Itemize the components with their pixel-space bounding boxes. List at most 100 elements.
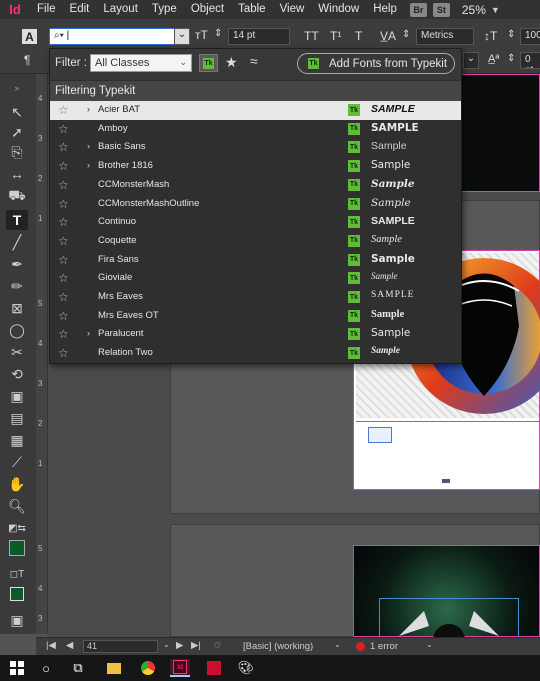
page-number-field[interactable]: 41	[83, 640, 158, 653]
font-list-item[interactable]: ☆ › Basic Sans Tk Sample	[50, 138, 461, 157]
indesign-taskbar-icon[interactable]: Id	[170, 659, 190, 677]
font-list-item[interactable]: ☆ CCMonsterMash Tk Sample	[50, 176, 461, 195]
frame-handle[interactable]	[442, 479, 450, 483]
expand-chevron-icon[interactable]: ›	[87, 328, 90, 338]
menu-file[interactable]: File	[30, 0, 63, 19]
profile-chevron-icon[interactable]: ⌄	[334, 640, 341, 649]
leading-stepper-icon[interactable]: ⇕	[507, 29, 515, 40]
chrome-icon[interactable]	[138, 659, 158, 677]
error-count[interactable]: 1 error	[370, 641, 398, 652]
line-tool-icon[interactable]: ╱	[6, 232, 28, 252]
all-caps-icon[interactable]: TT	[304, 29, 319, 43]
document-page[interactable]	[353, 545, 540, 638]
zoom-tool-icon[interactable]: 🔍︎	[6, 496, 28, 516]
font-search-input[interactable]: ⌕▾ |	[49, 28, 189, 45]
rectangle-frame-tool-icon[interactable]: ⊠	[6, 298, 28, 318]
leading-field[interactable]: 100%	[520, 28, 540, 45]
windows-start-icon[interactable]	[7, 659, 27, 677]
kerning-field[interactable]: Metrics	[416, 28, 474, 45]
formatting-container-text-icon[interactable]: ◻T	[6, 564, 28, 584]
gradient-swatch-tool-icon[interactable]: ▣	[6, 386, 28, 406]
free-transform-tool-icon[interactable]: ⟲	[6, 364, 28, 384]
stock-button[interactable]: St	[432, 2, 450, 17]
favorites-filter-star-icon[interactable]: ★	[225, 54, 238, 71]
font-list-item[interactable]: ☆ › Acier BAT Tk SAMPLE	[50, 101, 461, 120]
preflight-profile[interactable]: [Basic] (working)	[243, 641, 313, 652]
last-page-icon[interactable]: ▶|	[191, 640, 201, 651]
similar-fonts-icon[interactable]: ≈	[250, 53, 258, 69]
add-fonts-from-typekit-button[interactable]: Tk Add Fonts from Typekit	[297, 53, 455, 74]
baseline-stepper-icon[interactable]: ⇕	[507, 53, 515, 64]
favorite-star-icon[interactable]: ☆	[58, 159, 69, 173]
acrobat-icon[interactable]	[204, 659, 224, 677]
search-circle-icon[interactable]: ○	[36, 659, 56, 677]
note-tool-icon[interactable]: ▦	[6, 430, 28, 450]
selection-tool-icon[interactable]: ↖	[6, 102, 28, 122]
favorite-star-icon[interactable]: ☆	[58, 309, 69, 323]
kerning-stepper-icon[interactable]: ⇕	[402, 29, 410, 40]
menu-layout[interactable]: Layout	[96, 0, 145, 19]
page-tool-icon[interactable]: ⎘	[6, 142, 28, 162]
default-fill-stroke-icon[interactable]: ◩⇆	[6, 518, 28, 538]
font-list-item[interactable]: ☆ Mrs Eaves Tk SAMPLE	[50, 288, 461, 307]
hand-tool-icon[interactable]: ✋	[6, 474, 28, 494]
baseline-shift-field[interactable]: 0 pt	[520, 52, 540, 69]
favorite-star-icon[interactable]: ☆	[58, 122, 69, 136]
favorite-star-icon[interactable]: ☆	[58, 327, 69, 341]
superscript-icon[interactable]: T¹	[330, 29, 341, 43]
pencil-tool-icon[interactable]: ✏	[6, 276, 28, 296]
previous-page-icon[interactable]: ◀	[66, 640, 73, 651]
expand-chevron-icon[interactable]: ›	[87, 104, 90, 114]
font-list-item[interactable]: ☆ › Paralucent Tk Sample	[50, 325, 461, 344]
error-chevron-icon[interactable]: ⌄	[426, 640, 433, 649]
panel-collapse-icon[interactable]: »	[6, 78, 28, 98]
paint-icon[interactable]: 🎨︎	[236, 659, 256, 677]
fill-stroke-swatch-icon[interactable]	[6, 538, 28, 558]
bridge-button[interactable]: Br	[409, 2, 427, 17]
direct-selection-tool-icon[interactable]: ➚	[6, 122, 28, 142]
gap-tool-icon[interactable]: ↔	[6, 164, 28, 184]
font-list-item[interactable]: ☆ Amboy Tk SAMPLE	[50, 120, 461, 139]
paragraph-mode-icon[interactable]: ¶	[24, 53, 30, 67]
favorite-star-icon[interactable]: ☆	[58, 271, 69, 285]
font-list-item[interactable]: ☆ Continuo Tk SAMPLE	[50, 213, 461, 232]
favorite-star-icon[interactable]: ☆	[58, 234, 69, 248]
font-list-item[interactable]: ☆ Mrs Eaves OT Tk Sample	[50, 307, 461, 326]
eyedropper-tool-icon[interactable]: ⟋	[6, 452, 28, 472]
content-collector-icon[interactable]: ⛟	[6, 186, 28, 206]
font-list-item[interactable]: ☆ › Brother 1816 Tk Sample	[50, 157, 461, 176]
zoom-level[interactable]: 25%	[462, 3, 486, 17]
font-size-stepper-icon[interactable]: ⇕	[214, 28, 222, 39]
menu-window[interactable]: Window	[311, 0, 366, 19]
font-list-item[interactable]: ☆ Fira Sans Tk Sample	[50, 251, 461, 270]
type-tool-icon[interactable]: T	[6, 210, 28, 230]
ellipse-tool-icon[interactable]: ◯	[6, 320, 28, 340]
font-size-field[interactable]: 14 pt	[228, 28, 290, 45]
next-page-icon[interactable]: ▶	[176, 640, 183, 651]
character-mode-icon[interactable]: A	[22, 29, 37, 44]
underline-icon[interactable]: T	[355, 29, 362, 43]
favorite-star-icon[interactable]: ☆	[58, 215, 69, 229]
scissors-tool-icon[interactable]: ✂	[6, 342, 28, 362]
favorite-star-icon[interactable]: ☆	[58, 197, 69, 211]
page-dropdown-chevron-icon[interactable]: ⌄	[163, 640, 170, 649]
expand-chevron-icon[interactable]: ›	[87, 141, 90, 151]
screen-mode-icon[interactable]: ▣	[6, 610, 28, 630]
favorite-star-icon[interactable]: ☆	[58, 178, 69, 192]
gradient-feather-tool-icon[interactable]: ▤	[6, 408, 28, 428]
menu-object[interactable]: Object	[184, 0, 231, 19]
file-explorer-icon[interactable]	[104, 659, 124, 677]
first-page-icon[interactable]: |◀	[46, 640, 56, 651]
favorite-star-icon[interactable]: ☆	[58, 253, 69, 267]
font-class-select[interactable]: All Classes ⌄	[90, 54, 192, 72]
font-dropdown-chevron-icon[interactable]: ⌄	[174, 28, 190, 45]
menu-type[interactable]: Type	[145, 0, 184, 19]
pen-tool-icon[interactable]: ✒	[6, 254, 28, 274]
apply-color-icon[interactable]	[6, 584, 28, 604]
dropdown-chevron-icon[interactable]: ⌄	[463, 52, 479, 69]
font-list-item[interactable]: ☆ CCMonsterMashOutline Tk Sample	[50, 195, 461, 214]
task-view-icon[interactable]: ⧉	[68, 659, 88, 677]
typekit-filter-button[interactable]: Tk	[199, 54, 218, 72]
expand-chevron-icon[interactable]: ›	[87, 160, 90, 170]
menu-view[interactable]: View	[273, 0, 312, 19]
